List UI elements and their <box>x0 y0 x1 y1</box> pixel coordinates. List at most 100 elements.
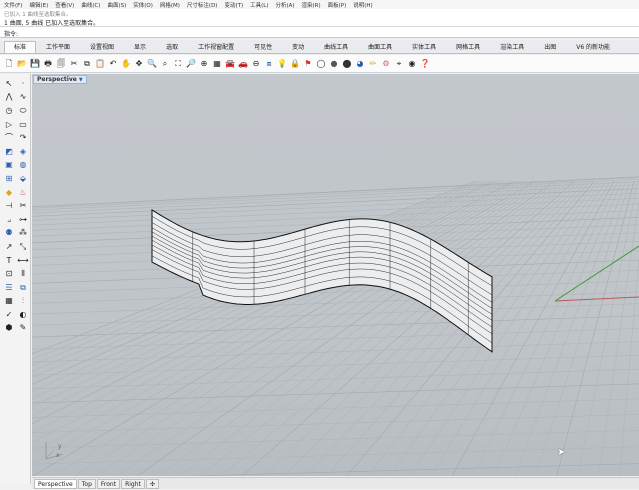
zoom-extents-icon[interactable]: ⛶ <box>172 58 184 70</box>
dimension-icon[interactable]: ⟷ <box>16 254 30 268</box>
menu-item-mesh[interactable]: 网格(M) <box>160 1 180 9</box>
print-icon[interactable]: 🖶 <box>42 58 54 70</box>
undo-icon[interactable]: ↶ <box>107 58 119 70</box>
rendered-icon[interactable]: ⬤ <box>341 58 353 70</box>
mirror-icon[interactable]: ⫴ <box>16 267 30 281</box>
layer-tool-icon[interactable]: ☰ <box>2 281 16 295</box>
tab-cplanes[interactable]: 工作平面 <box>36 41 80 53</box>
mesh-icon[interactable]: ⊞ <box>2 172 16 186</box>
tab-new-in-v6[interactable]: V6 的新功能 <box>566 41 620 53</box>
circle-icon[interactable]: ◷ <box>2 104 16 118</box>
check-icon[interactable]: ✓ <box>2 308 16 322</box>
lock-icon[interactable]: 🔒 <box>289 58 301 70</box>
settings-icon[interactable]: ✏ <box>367 58 379 70</box>
zoom-selected-icon[interactable]: 🔎 <box>185 58 197 70</box>
car-alt-icon[interactable]: 🚗 <box>237 58 249 70</box>
curved-surface[interactable] <box>151 208 493 353</box>
grid-tool-icon[interactable]: ▦ <box>2 295 16 309</box>
point-icon[interactable]: · <box>16 77 30 91</box>
move-icon[interactable]: ↗ <box>2 240 16 254</box>
fillet-icon[interactable]: ↷ <box>16 131 30 145</box>
polygon-icon[interactable]: ▷ <box>2 118 16 132</box>
explode-icon[interactable]: ⚉ <box>2 227 16 241</box>
menu-item-panels[interactable]: 面板(P) <box>328 1 347 9</box>
light-icon[interactable]: 💡 <box>276 58 288 70</box>
copy-icon[interactable]: ⧉ <box>81 58 93 70</box>
menu-item-file[interactable]: 文件(F) <box>4 1 22 9</box>
menu-item-analyze[interactable]: 分析(A) <box>275 1 294 9</box>
select-arrow-icon[interactable]: ↖ <box>2 77 16 91</box>
render-icon[interactable]: ◕ <box>354 58 366 70</box>
tab-render-tools[interactable]: 渲染工具 <box>490 41 534 53</box>
tab-mesh-tools[interactable]: 网格工具 <box>446 41 490 53</box>
tab-solid-tools[interactable]: 实体工具 <box>402 41 446 53</box>
select-by-color-icon[interactable]: ⊖ <box>250 58 262 70</box>
curve-icon[interactable]: ∿ <box>16 91 30 105</box>
viewport-tab-perspective[interactable]: Perspective <box>34 478 77 489</box>
new-file-icon[interactable]: 🗋 <box>3 58 15 70</box>
save-icon[interactable]: 💾 <box>29 58 41 70</box>
extend-icon[interactable]: ⊣ <box>2 199 16 213</box>
viewport-tab-right[interactable]: Right <box>121 478 145 489</box>
viewport-tab-front[interactable]: Front <box>96 478 121 489</box>
tab-visibility[interactable]: 可见性 <box>244 41 282 53</box>
options-icon[interactable]: ⚙ <box>380 58 392 70</box>
tab-drafting[interactable]: 出图 <box>534 41 566 53</box>
menu-item-curve[interactable]: 曲线(C) <box>81 1 100 9</box>
tab-set-view[interactable]: 设置视图 <box>80 41 124 53</box>
menu-item-dimension[interactable]: 尺寸标注(D) <box>187 1 218 9</box>
zoom-all-icon[interactable]: ⊕ <box>198 58 210 70</box>
chevron-down-icon[interactable]: ▼ <box>79 77 83 84</box>
properties-icon[interactable]: ⚑ <box>302 58 314 70</box>
tab-select[interactable]: 选取 <box>156 41 188 53</box>
paste-icon[interactable]: 📋 <box>94 58 106 70</box>
wireframe-icon[interactable]: ◯ <box>315 58 327 70</box>
trim-icon[interactable]: ✂ <box>16 199 30 213</box>
analyze-icon[interactable]: ⫶ <box>16 295 30 309</box>
ellipse-icon[interactable]: ⬭ <box>16 104 30 118</box>
osnap-icon[interactable]: ◉ <box>406 58 418 70</box>
menu-item-surface[interactable]: 曲面(S) <box>107 1 126 9</box>
pan-icon[interactable]: ✋ <box>120 58 132 70</box>
render-tool-icon[interactable]: ⬢ <box>2 322 16 336</box>
tab-curve-tools[interactable]: 曲线工具 <box>314 41 358 53</box>
hide-icon[interactable]: ◐ <box>16 308 30 322</box>
polyline-icon[interactable]: ⋀ <box>2 91 16 105</box>
menu-item-help[interactable]: 说明(H) <box>353 1 372 9</box>
tab-standard[interactable]: 标准 <box>4 41 37 53</box>
surface-icon[interactable]: ◩ <box>2 145 16 159</box>
add-viewport-tab-icon[interactable]: ✣ <box>145 478 159 489</box>
zoom-icon[interactable]: 🔍 <box>146 58 158 70</box>
menu-item-solid[interactable]: 实体(O) <box>133 1 153 9</box>
rectangle-icon[interactable]: ▭ <box>16 118 30 132</box>
box-icon[interactable]: ▣ <box>2 159 16 173</box>
shaded-icon[interactable]: ● <box>328 58 340 70</box>
help-icon[interactable]: ❓ <box>419 58 431 70</box>
pencil-icon[interactable]: ✎ <box>16 322 30 336</box>
copy-tool-icon[interactable]: ⤡ <box>16 240 30 254</box>
arc-icon[interactable]: ⌒ <box>2 131 16 145</box>
cut-icon[interactable]: ✂ <box>68 58 80 70</box>
text-icon[interactable]: T <box>2 254 16 268</box>
layer-icon[interactable]: ⧈ <box>263 58 275 70</box>
viewport-title[interactable]: Perspective ▼ <box>33 75 87 84</box>
rotate-view-icon[interactable]: ✥ <box>133 58 145 70</box>
zoom-window-icon[interactable]: ⌕ <box>159 58 171 70</box>
array-icon[interactable]: ⊡ <box>2 267 16 281</box>
command-input[interactable]: 指令: <box>0 27 639 38</box>
block-icon[interactable]: ⧉ <box>16 281 30 295</box>
join-icon[interactable]: ⊶ <box>16 213 30 227</box>
import-icon[interactable]: 🗐 <box>55 58 67 70</box>
tab-viewport-layout[interactable]: 工作视窗配置 <box>188 41 244 53</box>
grid-icon[interactable]: ▦ <box>211 58 223 70</box>
menu-item-tools[interactable]: 工具(L) <box>250 1 268 9</box>
tab-display[interactable]: 显示 <box>124 41 156 53</box>
split-icon[interactable]: ⟓ <box>2 213 16 227</box>
group-icon[interactable]: ⁂ <box>16 227 30 241</box>
car-icon[interactable]: 🚘 <box>224 58 236 70</box>
menu-item-render[interactable]: 渲染(R) <box>302 1 321 9</box>
menu-item-edit[interactable]: 编辑(E) <box>29 1 48 9</box>
tab-transform[interactable]: 变动 <box>282 41 314 53</box>
snap-icon[interactable]: ⌖ <box>393 58 405 70</box>
paint-icon[interactable]: ♨ <box>16 186 30 200</box>
